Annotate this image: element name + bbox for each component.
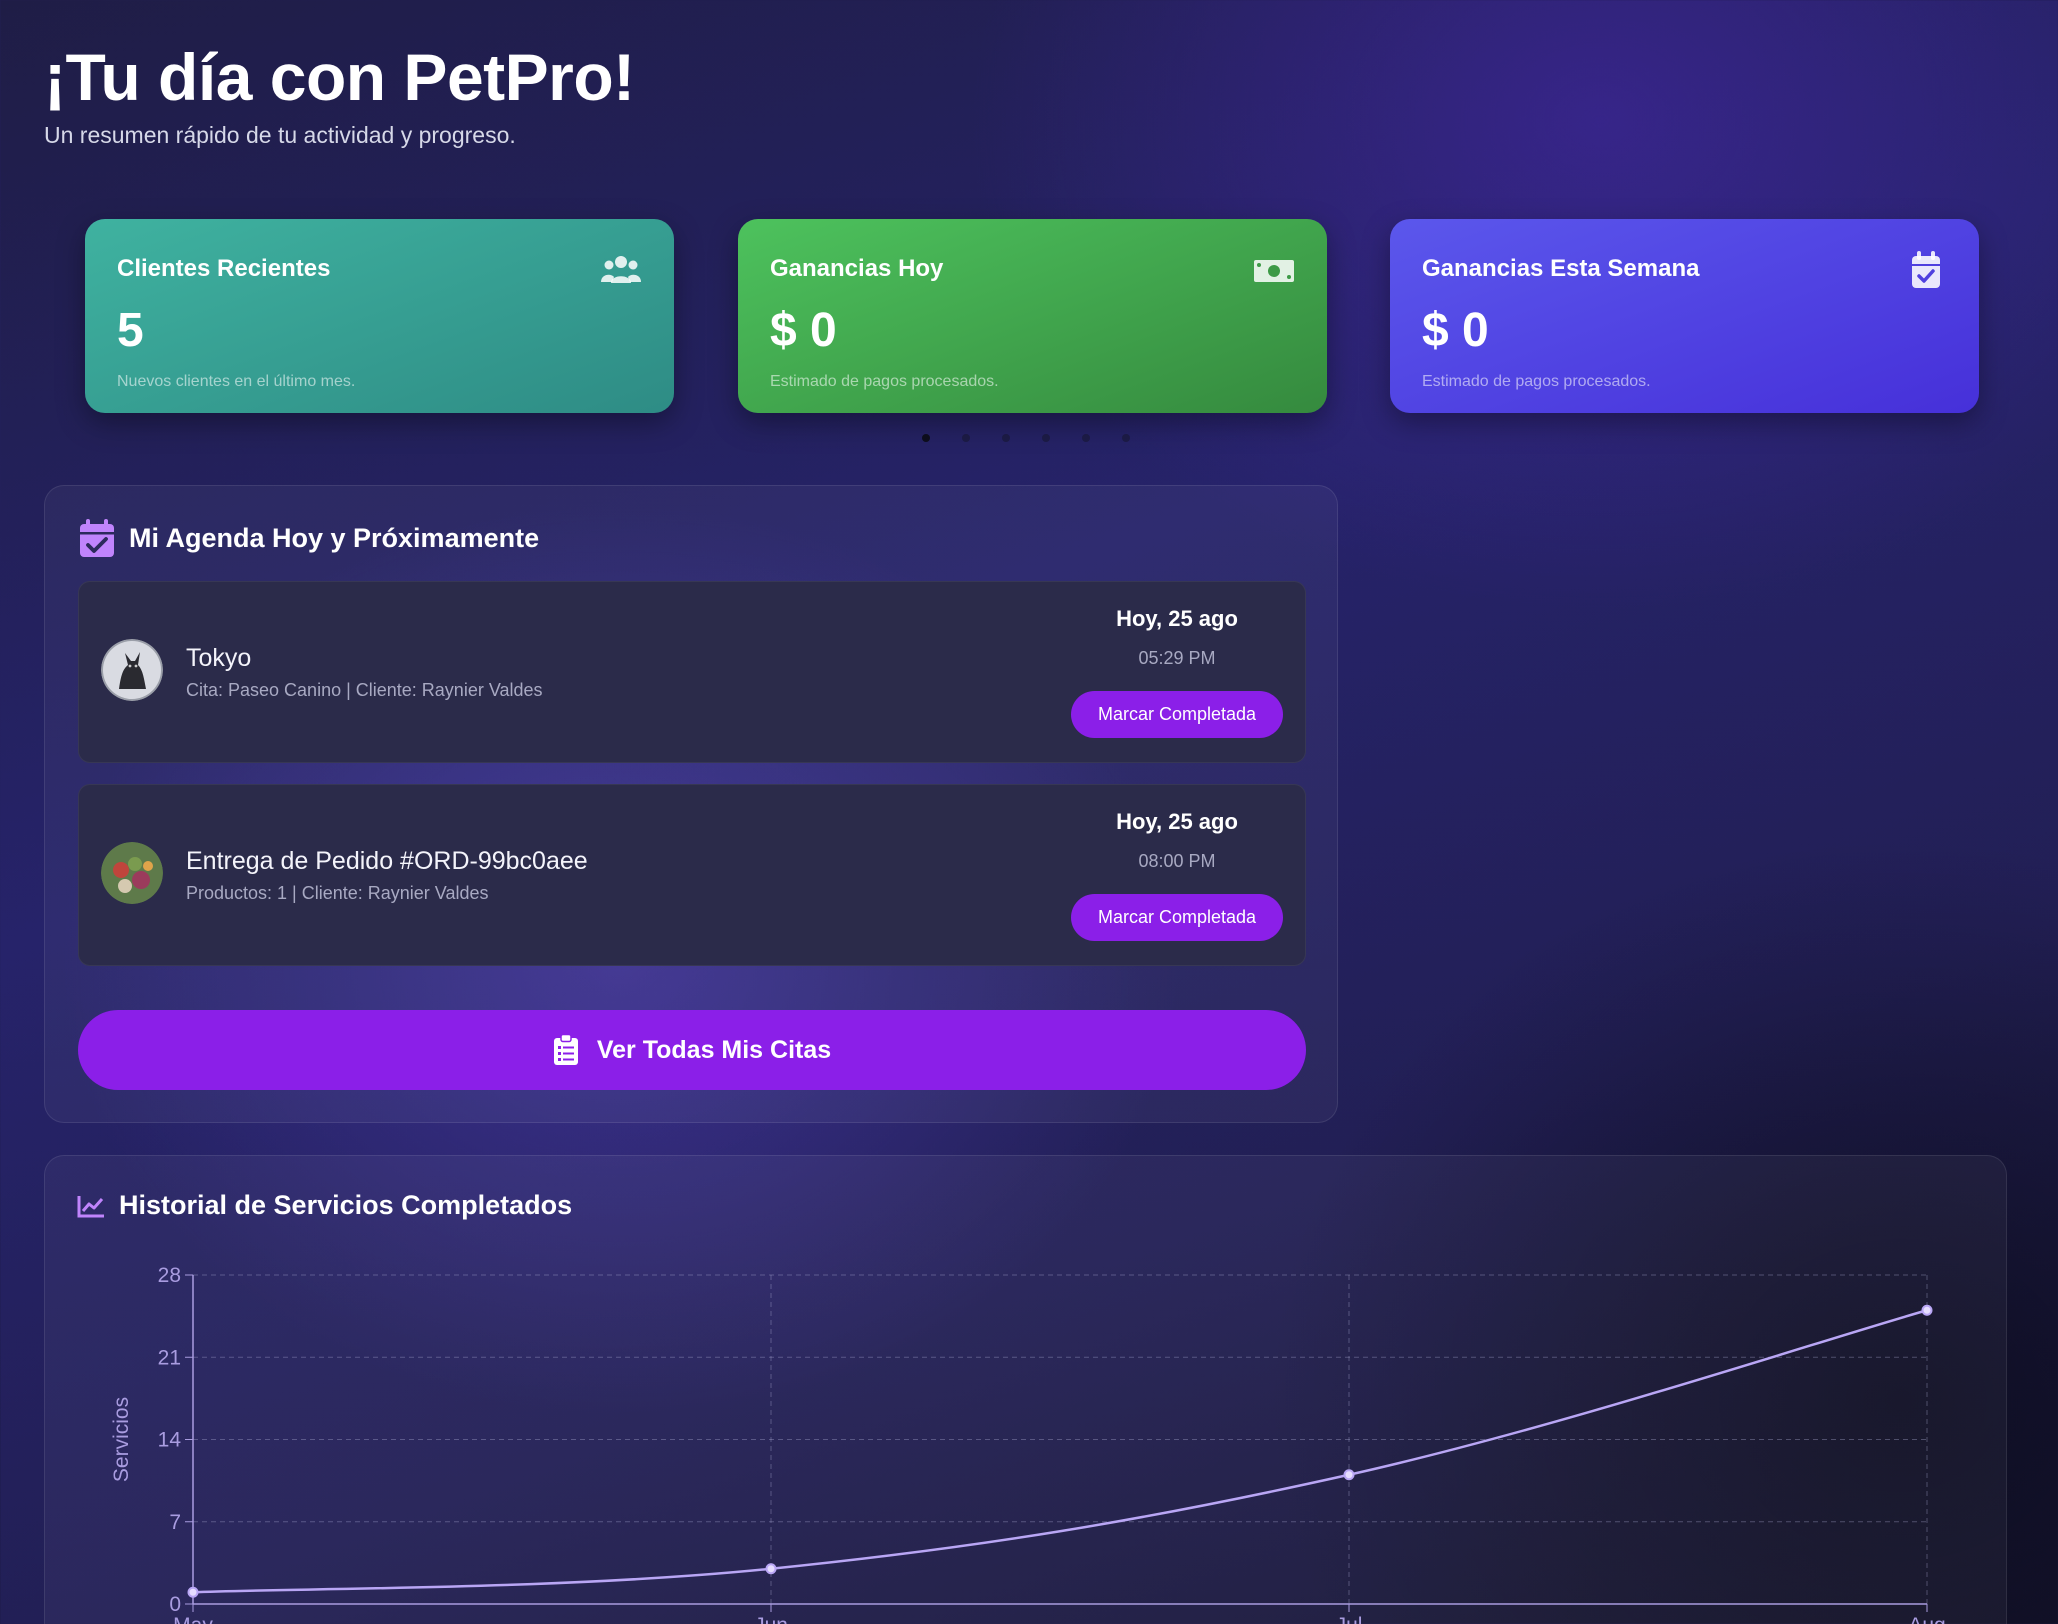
view-all-appointments-button[interactable]: Ver Todas Mis Citas [78,1010,1306,1090]
carousel-dot[interactable] [1122,434,1130,442]
x-tick-label: May [173,1614,213,1624]
y-tick-label: 0 [169,1593,181,1616]
y-axis-label: Servicios [110,1397,133,1482]
clipboard-list-icon [553,1034,578,1065]
stat-card-earnings-week[interactable]: Ganancias Esta Semana $ 0 Estimado de pa… [1390,219,1979,413]
y-tick-label: 21 [158,1346,181,1369]
page-title: ¡Tu día con PetPro! [44,40,635,114]
appointment-time: 05:29 PM [1138,648,1216,668]
carousel-dot[interactable] [922,434,930,442]
mark-completed-button[interactable]: Marcar Completada [1071,894,1283,941]
carousel-dot[interactable] [1042,434,1050,442]
users-icon [601,256,641,283]
calendar-check-icon [1912,251,1940,288]
series-line-servicios [192,1309,1928,1594]
stat-title: Ganancias Esta Semana [1422,255,1700,282]
agenda-title-text: Mi Agenda Hoy y Próximamente [129,522,540,553]
carousel-dot[interactable] [1082,434,1090,442]
agenda-panel: Mi Agenda Hoy y Próximamente Tokyo Cita:… [44,485,1338,1123]
appointment-date: Hoy, 25 ago [1116,606,1238,631]
appointment-details: Cita: Paseo Canino | Cliente: Raynier Va… [186,680,543,700]
stat-title: Ganancias Hoy [770,255,944,282]
appointment-title: Entrega de Pedido #ORD-99bc0aee [186,847,588,875]
pet-avatar [101,639,163,701]
money-icon [1254,260,1294,282]
stat-subtitle: Estimado de pagos procesados. [770,373,999,390]
appointment-time: 08:00 PM [1138,851,1216,871]
appointment-card[interactable]: Tokyo Cita: Paseo Canino | Cliente: Rayn… [78,581,1306,763]
stat-title: Clientes Recientes [117,255,331,282]
stat-value: 5 [117,304,144,357]
data-point [1921,1304,1933,1316]
calendar-check-icon [80,519,114,557]
stat-card-earnings-today[interactable]: Ganancias Hoy $ 0 Estimado de pagos proc… [738,219,1327,413]
page-header: ¡Tu día con PetPro! Un resumen rápido de… [44,38,635,149]
view-all-label: Ver Todas Mis Citas [596,1035,832,1064]
y-tick-label: 14 [158,1429,182,1452]
mark-completed-button[interactable]: Marcar Completada [1071,691,1283,738]
data-point [765,1563,777,1575]
history-panel: Historial de Servicios Completados 0 7 14 2… [44,1155,2007,1624]
stat-subtitle: Estimado de pagos procesados. [1422,373,1651,390]
order-avatar [101,842,163,904]
appointment-date: Hoy, 25 ago [1116,809,1238,834]
y-tick-label: 28 [158,1264,181,1287]
stat-subtitle: Nuevos clientes en el último mes. [117,373,356,390]
y-tick-label: 7 [169,1511,181,1534]
appointment-details: Productos: 1 | Cliente: Raynier Valdes [186,883,489,903]
carousel-dot[interactable] [1002,434,1010,442]
x-tick-label: Jul [1336,1614,1363,1624]
agenda-title: Mi Agenda Hoy y Próximamente [79,518,539,558]
appointment-title: Tokyo [186,644,252,672]
stat-value: $ 0 [770,304,837,357]
services-line-chart: 0 7 14 21 28 May Jun Jul Aug Servicios [110,1264,1946,1624]
appointment-card[interactable]: Entrega de Pedido #ORD-99bc0aee Producto… [78,784,1306,966]
carousel-dot[interactable] [962,434,970,442]
data-point [187,1586,199,1598]
stat-value: $ 0 [1422,304,1489,357]
data-point [1343,1469,1355,1481]
x-tick-label: Aug [1908,1614,1945,1624]
stat-card-recent-clients[interactable]: Clientes Recientes 5 Nuevos clientes en … [85,219,674,413]
page-subtitle: Un resumen rápido de tu actividad y prog… [44,122,516,148]
x-tick-label: Jun [754,1614,788,1624]
carousel-dots [922,434,1130,442]
